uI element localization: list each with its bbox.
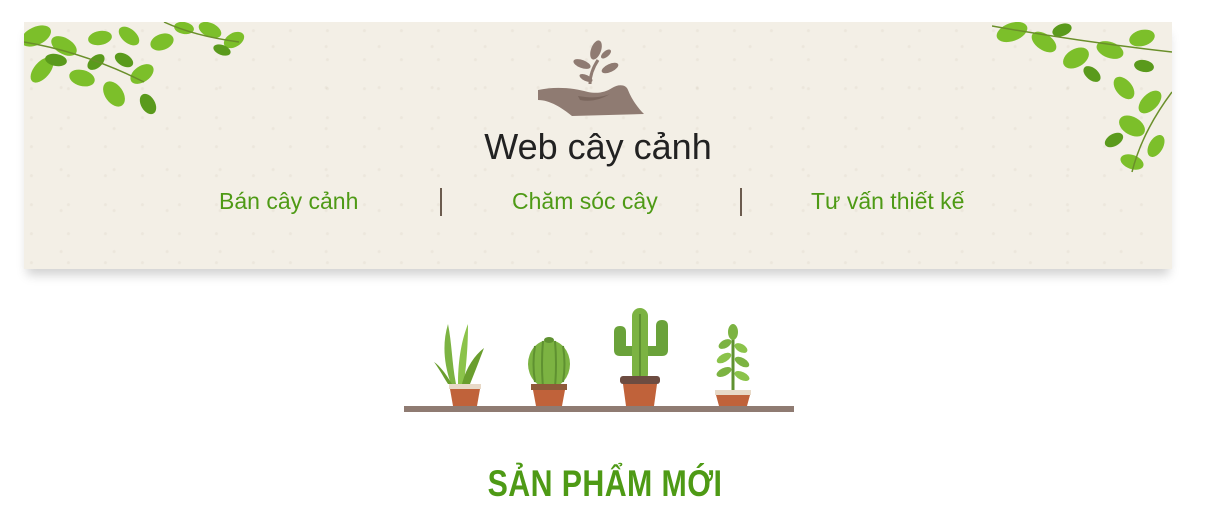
nav-item-cham-soc-cay[interactable]: Chăm sóc cây [512, 188, 658, 215]
nav-separator [740, 188, 742, 216]
potted-plant [715, 324, 751, 406]
shelf [404, 406, 794, 412]
potted-plant [434, 324, 484, 406]
nav-item-tu-van-thiet-ke[interactable]: Tư vấn thiết kế [811, 188, 964, 215]
potted-plants-illustration [404, 308, 794, 412]
hand-sprout-icon [538, 40, 644, 116]
leaves-decoration-left [24, 22, 245, 115]
site-title: Web cây cảnh [484, 126, 712, 167]
potted-plant [528, 337, 570, 406]
site-header: Web cây cảnh Bán cây cảnh Chăm sóc cây T… [24, 22, 1172, 269]
section-title: SẢN PHẨM MỚI [487, 462, 723, 504]
potted-plant [614, 308, 668, 406]
nav-separator [440, 188, 442, 216]
nav-item-ban-cay-canh[interactable]: Bán cây cảnh [219, 188, 358, 215]
